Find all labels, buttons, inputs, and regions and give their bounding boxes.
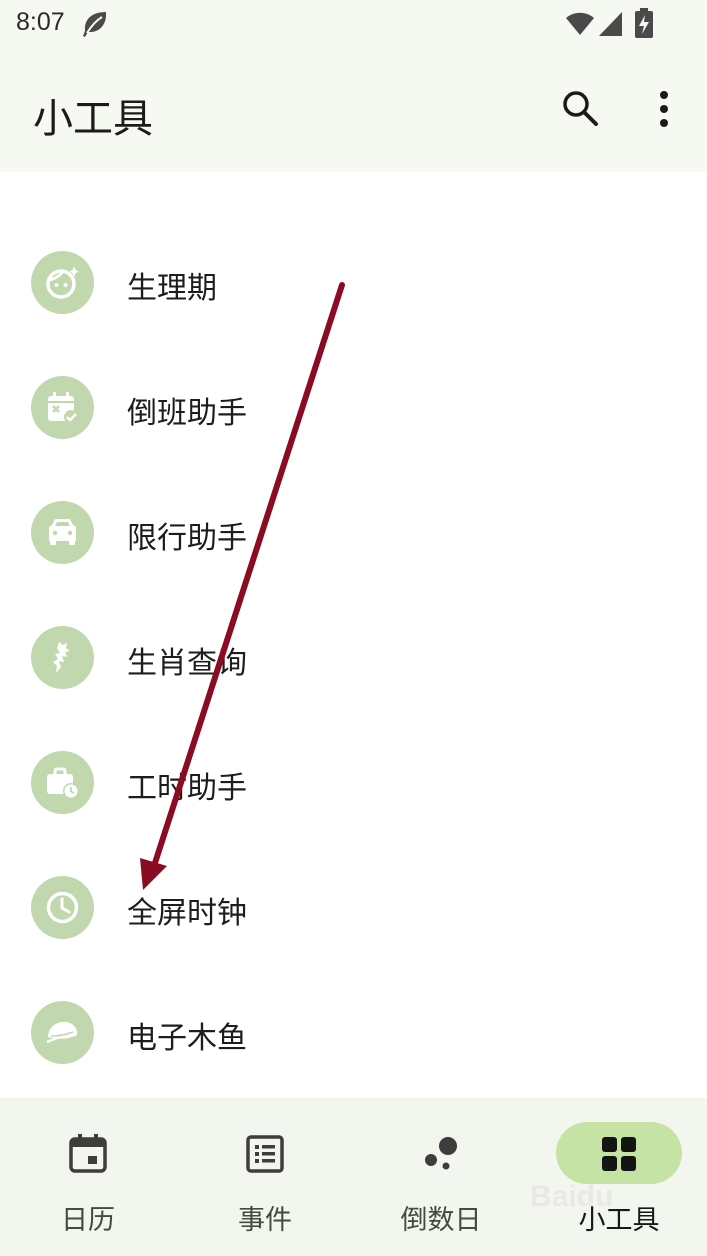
- tool-item-fullscreen-clock[interactable]: 全屏时钟: [0, 845, 707, 970]
- list-icon: [246, 1135, 284, 1173]
- leaf-icon: [83, 12, 107, 37]
- watermark: Baidu: [530, 1180, 614, 1213]
- page-title: 小工具: [33, 96, 153, 142]
- calendar-check-icon: [31, 376, 94, 439]
- grid-icon: [602, 1137, 636, 1171]
- status-bar: 8:07: [0, 0, 707, 50]
- tool-item-shift[interactable]: 倒班助手: [0, 345, 707, 470]
- briefcase-clock-icon: [31, 751, 94, 814]
- tool-item-period[interactable]: 生理期: [0, 220, 707, 345]
- nav-item-tools[interactable]: 小工具: [531, 1098, 707, 1256]
- tool-label: 限行助手: [127, 521, 247, 556]
- dragon-icon: [31, 626, 94, 689]
- calendar-icon: [69, 1134, 107, 1173]
- nav-label: 事件: [238, 1205, 292, 1236]
- nav-item-calendar[interactable]: 日历: [0, 1098, 176, 1256]
- tool-list: 生理期 倒班助手 限行助手 生肖查询 工时助手 全屏时钟 电子木鱼: [0, 172, 707, 1098]
- tool-item-workhours[interactable]: 工时助手: [0, 720, 707, 845]
- tool-label: 生理期: [127, 271, 217, 306]
- nav-item-countdown[interactable]: 倒数日: [353, 1098, 529, 1256]
- tool-item-traffic[interactable]: 限行助手: [0, 470, 707, 595]
- tool-label: 生肖查询: [127, 646, 247, 681]
- car-icon: [31, 501, 94, 564]
- tool-label: 电子木鱼: [127, 1021, 247, 1056]
- tool-label: 倒班助手: [127, 396, 247, 431]
- app-bar: 小工具: [0, 50, 707, 172]
- nav-item-events[interactable]: 事件: [177, 1098, 353, 1256]
- wooden-fish-icon: [31, 1001, 94, 1064]
- tool-item-wooden-fish[interactable]: 电子木鱼: [0, 970, 707, 1095]
- status-time: 8:07: [16, 8, 65, 36]
- face-sparkle-icon: [31, 251, 94, 314]
- bottom-nav: 日历 事件 倒数日 小工具: [0, 1098, 707, 1256]
- tool-label: 工时助手: [127, 771, 247, 806]
- clock-icon: [31, 876, 94, 939]
- signal-icon: [599, 12, 622, 36]
- nav-label: 日历: [61, 1205, 115, 1236]
- nav-label: 倒数日: [400, 1205, 482, 1236]
- battery-charging-icon: [635, 8, 653, 38]
- tool-item-zodiac[interactable]: 生肖查询: [0, 595, 707, 720]
- more-vert-icon[interactable]: [642, 86, 686, 130]
- search-icon[interactable]: [558, 86, 602, 130]
- wifi-icon: [566, 12, 594, 35]
- tool-label: 全屏时钟: [127, 896, 247, 931]
- list-item-partial[interactable]: [0, 172, 707, 191]
- bubbles-icon: [425, 1137, 457, 1170]
